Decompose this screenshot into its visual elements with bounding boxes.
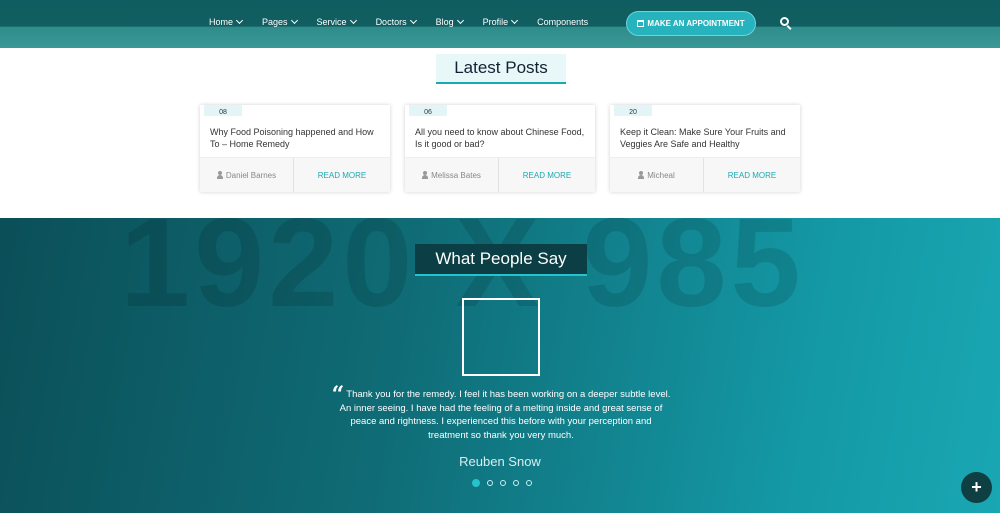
search-icon-handle (786, 25, 792, 30)
section-title: Latest Posts (454, 58, 548, 77)
main-menu: Home Pages Service Doctors Blog Profile … (209, 16, 608, 27)
section-title: What People Say (435, 249, 567, 268)
read-more-link[interactable]: READ MORE (499, 158, 595, 192)
testimonial-quote: “Thank you for the remedy. I feel it has… (330, 384, 672, 442)
post-date-badge: 08 (204, 105, 242, 116)
chevron-down-icon (456, 16, 464, 25)
search-icon[interactable] (780, 17, 792, 30)
latest-posts-heading: Latest Posts (436, 54, 566, 84)
testimonials-heading: What People Say (415, 244, 587, 276)
post-title-link[interactable]: Keep it Clean: Make Sure Your Fruits and… (620, 126, 790, 150)
plus-fab-button[interactable]: + (961, 472, 992, 503)
plus-icon: + (971, 477, 982, 497)
post-title-link[interactable]: All you need to know about Chinese Food,… (415, 126, 585, 150)
post-author: Daniel Barnes (200, 158, 294, 192)
author-name: Melissa Bates (431, 170, 481, 180)
nav-item-components[interactable]: Components (537, 17, 588, 27)
nav-item-home[interactable]: Home (209, 16, 244, 27)
nav-label: Components (537, 17, 589, 27)
post-title-link[interactable]: Why Food Poisoning happened and How To –… (210, 126, 380, 150)
carousel-dot[interactable] (526, 480, 532, 486)
post-card[interactable]: 20 Keep it Clean: Make Sure Your Fruits … (610, 105, 800, 192)
post-footer: Daniel Barnes READ MORE (200, 157, 390, 192)
carousel-dot[interactable] (513, 480, 519, 486)
post-card[interactable]: 06 All you need to know about Chinese Fo… (405, 105, 595, 192)
carousel-dot[interactable] (487, 480, 493, 486)
testimonial-photo (462, 298, 540, 376)
post-card[interactable]: 08 Why Food Poisoning happened and How T… (200, 105, 390, 192)
appointment-label: MAKE AN APPOINTMENT (647, 19, 745, 28)
post-author: Micheal (610, 158, 704, 192)
nav-item-service[interactable]: Service (316, 16, 357, 27)
chevron-down-icon (290, 16, 298, 25)
nav-item-blog[interactable]: Blog (435, 16, 464, 27)
chevron-down-icon (349, 16, 357, 25)
nav-label: Doctors (375, 17, 407, 27)
nav-item-profile[interactable]: Profile (482, 16, 519, 27)
chevron-down-icon (409, 16, 417, 25)
testimonial-author: Reuben Snow (459, 454, 541, 469)
top-navbar: Home Pages Service Doctors Blog Profile … (0, 0, 1000, 48)
nav-label: Blog (435, 17, 454, 27)
nav-item-pages[interactable]: Pages (262, 16, 298, 27)
user-icon (638, 171, 645, 179)
carousel-dot[interactable] (500, 480, 506, 486)
make-appointment-button[interactable]: MAKE AN APPOINTMENT (626, 11, 756, 36)
post-date-badge: 20 (614, 105, 652, 116)
author-name: Micheal (647, 170, 675, 180)
read-more-link[interactable]: READ MORE (294, 158, 390, 192)
nav-label: Profile (482, 17, 509, 27)
nav-label: Pages (262, 17, 288, 27)
nav-item-doctors[interactable]: Doctors (375, 16, 417, 27)
post-author: Melissa Bates (405, 158, 499, 192)
post-footer: Melissa Bates READ MORE (405, 157, 595, 192)
user-icon (216, 171, 223, 179)
nav-label: Home (209, 17, 234, 27)
author-name: Daniel Barnes (225, 170, 277, 180)
read-more-link[interactable]: READ MORE (704, 158, 800, 192)
user-icon (422, 171, 429, 179)
testimonials-section: 1920 X 985 What People Say “Thank you fo… (0, 218, 1000, 513)
chevron-down-icon (235, 16, 244, 25)
calendar-icon (637, 20, 645, 27)
chevron-down-icon (511, 16, 519, 25)
carousel-dots (472, 479, 532, 487)
post-date-badge: 06 (409, 105, 447, 116)
quote-text: Thank you for the remedy. I feel it has … (339, 389, 671, 441)
carousel-dot[interactable] (472, 479, 480, 487)
nav-label: Service (316, 17, 347, 27)
post-footer: Micheal READ MORE (610, 157, 800, 192)
